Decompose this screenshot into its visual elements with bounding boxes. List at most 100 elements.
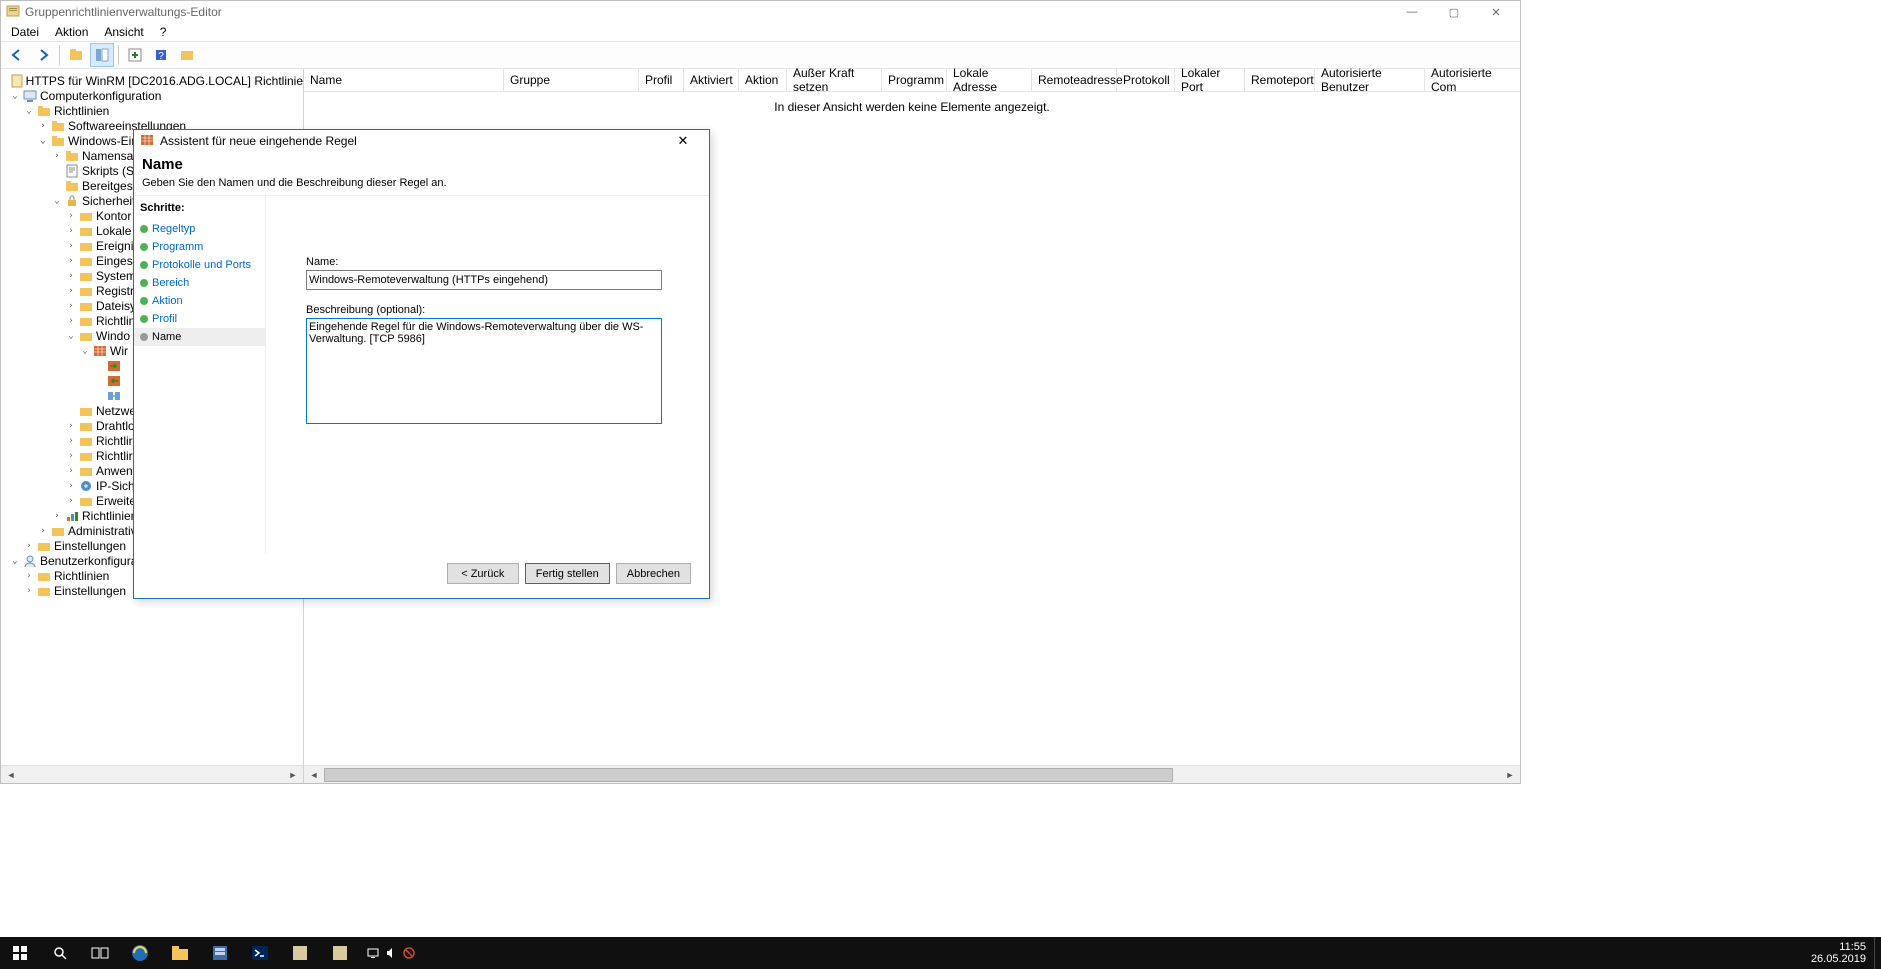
task-servermanager[interactable]	[200, 937, 240, 969]
tree-user-richtlinien[interactable]: Richtlinien	[54, 568, 109, 584]
toolbar-icon-4[interactable]: ?	[149, 43, 173, 67]
expander-icon[interactable]: ›	[65, 433, 77, 449]
expander-icon[interactable]: ⌄	[79, 343, 91, 359]
wizard-step-name[interactable]: Name	[134, 328, 265, 346]
back-button[interactable]	[5, 43, 29, 67]
task-powershell[interactable]	[240, 937, 280, 969]
tree-richtlin[interactable]: Richtlin	[96, 313, 135, 329]
menu-ansicht[interactable]: Ansicht	[98, 25, 149, 39]
col-gruppe[interactable]: Gruppe	[504, 69, 639, 91]
expander-icon[interactable]: ›	[65, 238, 77, 254]
col-ausserkraft[interactable]: Außer Kraft setzen	[787, 69, 882, 91]
expander-icon[interactable]: ›	[23, 583, 35, 599]
task-ie[interactable]	[120, 937, 160, 969]
expander-icon[interactable]: ›	[65, 298, 77, 314]
scroll-left-icon[interactable]: ◄	[306, 770, 322, 780]
close-button[interactable]: ✕	[1476, 1, 1516, 23]
list-scrollbar-x[interactable]: ◄ ►	[304, 765, 1520, 783]
system-tray[interactable]	[360, 946, 422, 960]
tree-user-einstellungen[interactable]: Einstellungen	[54, 583, 126, 599]
wizard-close-button[interactable]: ✕	[663, 130, 703, 152]
scroll-right-icon[interactable]: ►	[285, 770, 301, 780]
expander-icon[interactable]: ›	[65, 223, 77, 239]
col-programm[interactable]: Programm	[882, 69, 947, 91]
scroll-left-icon[interactable]: ◄	[3, 770, 19, 780]
menu-datei[interactable]: Datei	[5, 25, 45, 39]
col-autcom[interactable]: Autorisierte Com	[1425, 69, 1520, 91]
wizard-step-bereich[interactable]: Bereich	[134, 274, 265, 292]
expander-icon[interactable]: ›	[65, 283, 77, 299]
expander-icon[interactable]: ›	[65, 313, 77, 329]
tree-netzwe[interactable]: Netzwe	[96, 403, 136, 419]
tree-namensau[interactable]: Namensau	[82, 148, 140, 164]
tree-richtlinien[interactable]: Richtlinien	[54, 103, 109, 119]
rule-desc-textarea[interactable]	[306, 318, 662, 424]
expander-icon[interactable]: ⌄	[65, 328, 77, 344]
tree-scrollbar-x[interactable]: ◄ ►	[1, 765, 303, 783]
expander-icon[interactable]: ›	[37, 523, 49, 539]
col-protokoll[interactable]: Protokoll	[1117, 69, 1175, 91]
expander-icon[interactable]: ›	[65, 448, 77, 464]
col-profil[interactable]: Profil	[639, 69, 684, 91]
col-lokalerport[interactable]: Lokaler Port	[1175, 69, 1245, 91]
tree-system[interactable]: System	[96, 268, 136, 284]
col-lokaleadresse[interactable]: Lokale Adresse	[947, 69, 1032, 91]
wizard-step-aktion[interactable]: Aktion	[134, 292, 265, 310]
tree-ipsich[interactable]: IP-Sich	[96, 478, 135, 494]
taskview-button[interactable]	[80, 937, 120, 969]
forward-button[interactable]	[31, 43, 55, 67]
expander-icon[interactable]: ›	[37, 118, 49, 134]
col-remoteport[interactable]: Remoteport	[1245, 69, 1315, 91]
tree-dateisy[interactable]: Dateisy	[96, 298, 136, 314]
expander-icon[interactable]: ⌄	[37, 133, 49, 149]
wizard-step-profil[interactable]: Profil	[134, 310, 265, 328]
col-name[interactable]: Name	[304, 69, 504, 91]
wizard-step-regeltyp[interactable]: Regeltyp	[134, 220, 265, 238]
expander-icon[interactable]: ⌄	[9, 88, 21, 104]
expander-icon[interactable]: ›	[65, 268, 77, 284]
toolbar-icon-5[interactable]	[175, 43, 199, 67]
menu-help[interactable]: ?	[154, 25, 173, 39]
toolbar-icon-1[interactable]	[64, 43, 88, 67]
tray-icon[interactable]	[402, 946, 416, 960]
expander-icon[interactable]: ⌄	[51, 193, 63, 209]
col-autbenutzer[interactable]: Autorisierte Benutzer	[1315, 69, 1425, 91]
expander-icon[interactable]: ›	[23, 538, 35, 554]
toolbar-icon-2[interactable]	[90, 43, 114, 67]
menu-aktion[interactable]: Aktion	[49, 25, 94, 39]
show-desktop-button[interactable]	[1874, 937, 1881, 969]
expander-icon[interactable]: ›	[65, 463, 77, 479]
tree-einstellungen[interactable]: Einstellungen	[54, 538, 126, 554]
expander-icon[interactable]: ›	[65, 208, 77, 224]
minimize-button[interactable]: —	[1392, 1, 1432, 23]
toolbar-icon-3[interactable]	[123, 43, 147, 67]
tree-registr[interactable]: Registr	[96, 283, 134, 299]
expander-icon[interactable]: ›	[65, 478, 77, 494]
task-explorer[interactable]	[160, 937, 200, 969]
scroll-right-icon[interactable]: ►	[1502, 770, 1518, 780]
scroll-thumb[interactable]	[324, 768, 1173, 782]
back-button[interactable]: < Zurück	[447, 563, 519, 584]
finish-button[interactable]: Fertig stellen	[525, 563, 610, 584]
expander-icon[interactable]: ›	[65, 418, 77, 434]
start-button[interactable]	[0, 937, 40, 969]
expander-icon[interactable]: ›	[65, 493, 77, 509]
tree-windo[interactable]: Windo	[96, 328, 130, 344]
tray-network-icon[interactable]	[366, 946, 380, 960]
maximize-button[interactable]: ▢	[1434, 1, 1474, 23]
task-app1[interactable]	[280, 937, 320, 969]
tree-richtlir2[interactable]: Richtlir	[96, 433, 133, 449]
tree-richtlinien2[interactable]: Richtlinien	[82, 508, 137, 524]
expander-icon[interactable]: ›	[65, 253, 77, 269]
tree-erweite[interactable]: Erweite	[96, 493, 136, 509]
col-aktion[interactable]: Aktion	[739, 69, 787, 91]
tree-kontor[interactable]: Kontor	[96, 208, 131, 224]
tray-sound-icon[interactable]	[384, 946, 398, 960]
tree-wir[interactable]: Wir	[110, 343, 128, 359]
expander-icon[interactable]: ›	[51, 508, 63, 524]
tree-drahtlo[interactable]: Drahtlo	[96, 418, 135, 434]
expander-icon[interactable]: ⌄	[9, 553, 21, 569]
wizard-step-protokolle[interactable]: Protokolle und Ports	[134, 256, 265, 274]
tree-root[interactable]: HTTPS für WinRM [DC2016.ADG.LOCAL] Richt…	[26, 73, 303, 89]
expander-icon[interactable]: ⌄	[23, 103, 35, 119]
